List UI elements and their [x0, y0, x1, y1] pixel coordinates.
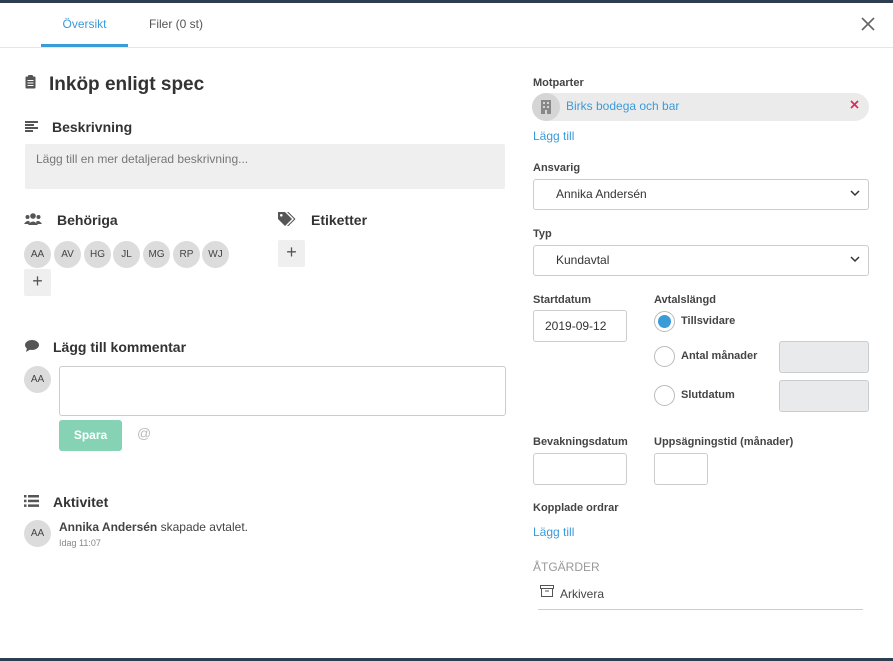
add-linked-order-link[interactable]: Lägg till	[533, 525, 574, 539]
responsible-value: Annika Andersén	[556, 187, 647, 201]
end-date-input	[779, 380, 869, 412]
save-button[interactable]: Spara	[59, 420, 122, 451]
notice-period-label: Uppsägningstid (månader)	[654, 436, 794, 448]
radio-months-label: Antal månader	[681, 350, 758, 362]
tags-heading: Etiketter	[311, 212, 368, 228]
radio-end-date[interactable]	[654, 385, 675, 406]
tab-bar: Översikt Filer (0 st)	[0, 3, 893, 48]
activity-heading: Aktivitet	[53, 494, 109, 510]
counterparty-name[interactable]: Birks bodega och bar	[566, 99, 679, 113]
member-avatar[interactable]: RP	[173, 241, 200, 268]
align-left-icon	[25, 121, 38, 132]
users-icon	[24, 213, 42, 225]
activity-item: Annika Andersén skapade avtalet.	[59, 520, 248, 534]
add-tag-button[interactable]: +	[278, 240, 305, 267]
tab-overview[interactable]: Översikt	[41, 3, 128, 47]
watch-date-label: Bevakningsdatum	[533, 436, 628, 448]
radio-indefinite-label: Tillsvidare	[681, 315, 736, 327]
chevron-down-icon	[850, 256, 860, 263]
radio-months[interactable]	[654, 346, 675, 367]
comment-heading: Lägg till kommentar	[53, 339, 187, 355]
radio-end-date-label: Slutdatum	[681, 389, 735, 401]
member-avatar[interactable]: MG	[143, 241, 170, 268]
description-heading: Beskrivning	[52, 119, 133, 135]
user-avatar: AA	[24, 366, 51, 393]
building-icon	[532, 93, 560, 121]
clipboard-icon	[25, 75, 36, 89]
comment-icon	[25, 340, 39, 352]
tags-icon	[278, 212, 296, 226]
type-value: Kundavtal	[556, 253, 610, 267]
responsible-label: Ansvarig	[533, 162, 581, 174]
member-avatar[interactable]: HG	[84, 241, 111, 268]
remove-icon[interactable]	[850, 100, 859, 109]
notice-period-input[interactable]	[654, 453, 708, 485]
comment-input[interactable]	[59, 366, 506, 416]
counterparty-chip[interactable]: Birks bodega och bar	[532, 93, 869, 121]
type-label: Typ	[533, 228, 552, 240]
actions-heading: ÅTGÄRDER	[533, 560, 600, 574]
tab-files[interactable]: Filer (0 st)	[141, 3, 211, 47]
start-date-input[interactable]: 2019-09-12	[533, 310, 627, 342]
activity-time: Idag 11:07	[59, 538, 101, 548]
member-avatar[interactable]: AA	[24, 241, 51, 268]
activity-user: Annika Andersén	[59, 520, 158, 534]
add-member-button[interactable]: +	[24, 269, 51, 296]
mention-button[interactable]: @	[137, 425, 151, 441]
start-date-label: Startdatum	[533, 294, 592, 306]
duration-label: Avtalslängd	[654, 294, 716, 306]
close-icon[interactable]	[861, 17, 875, 31]
activity-avatar: AA	[24, 520, 51, 547]
type-select[interactable]: Kundavtal	[533, 245, 869, 276]
member-avatar[interactable]: WJ	[202, 241, 229, 268]
chevron-down-icon	[850, 190, 860, 197]
page-title: Inköp enligt spec	[49, 74, 205, 95]
activity-action: skapade avtalet.	[160, 520, 248, 534]
linked-orders-label: Kopplade ordrar	[533, 502, 619, 514]
counterparties-label: Motparter	[533, 77, 584, 89]
archive-label: Arkivera	[560, 587, 605, 601]
months-input	[779, 341, 869, 373]
members-heading: Behöriga	[57, 212, 118, 228]
member-avatar[interactable]: AV	[54, 241, 81, 268]
member-avatar[interactable]: JL	[113, 241, 140, 268]
add-counterparty-link[interactable]: Lägg till	[533, 129, 574, 143]
description-input[interactable]: Lägg till en mer detaljerad beskrivning.…	[25, 144, 505, 189]
list-icon	[24, 495, 39, 507]
archive-icon	[540, 585, 554, 597]
archive-button[interactable]: Arkivera	[538, 583, 863, 610]
radio-indefinite[interactable]	[654, 311, 675, 332]
responsible-select[interactable]: Annika Andersén	[533, 179, 869, 210]
watch-date-input[interactable]	[533, 453, 627, 485]
